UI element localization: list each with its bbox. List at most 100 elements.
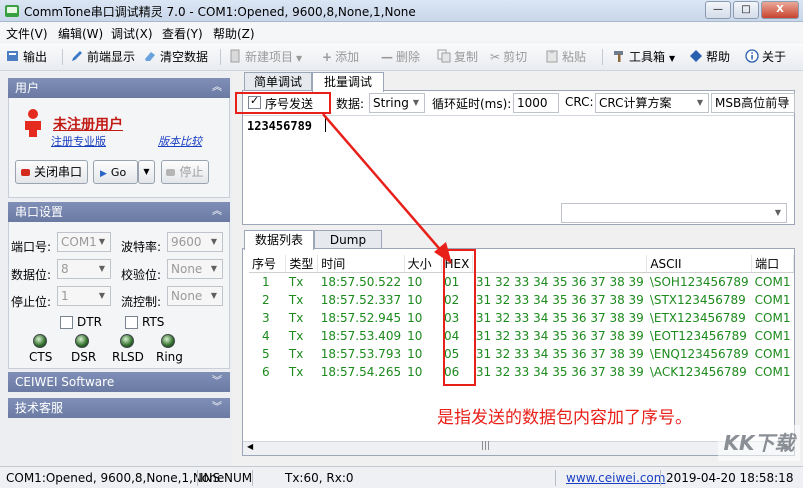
databits-select[interactable]: 8 ▼: [57, 259, 111, 279]
ring-label: Ring: [156, 350, 183, 364]
row-hex: 31 32 33 34 35 36 37 38 39: [475, 328, 644, 343]
delete-button[interactable]: — 删除: [381, 47, 420, 67]
watermark-logo: KK下载: [718, 425, 800, 461]
cts-led: [33, 334, 47, 348]
column-header[interactable]: 时间: [317, 255, 405, 273]
paste-button[interactable]: 粘贴: [545, 47, 586, 67]
data-type-label: 数据:: [336, 97, 365, 111]
menu-file[interactable]: 文件(V): [6, 25, 48, 42]
column-header[interactable]: HEX: [441, 255, 474, 273]
go-button[interactable]: ▶ Go: [93, 160, 138, 184]
play-icon: ▶: [100, 169, 107, 179]
send-text[interactable]: 123456789: [247, 119, 312, 133]
go-dropdown-button[interactable]: ▼: [138, 160, 155, 184]
column-header[interactable]: 序号: [249, 255, 287, 273]
table-row[interactable]: 3 Tx 18:57.52.945 10 03 31 32 33 34 35 3…: [249, 309, 794, 327]
crc-label: CRC:: [565, 95, 594, 109]
port-select[interactable]: COM1 ▼: [57, 232, 111, 252]
divider: [243, 115, 794, 116]
close-port-button[interactable]: 关闭串口: [15, 160, 88, 184]
rts-checkbox[interactable]: [125, 316, 138, 329]
app-icon: [5, 5, 19, 17]
stopbits-select[interactable]: 1 ▼: [57, 286, 111, 306]
unregistered-user-link[interactable]: 未注册用户: [53, 114, 123, 134]
status-url-link[interactable]: www.ceiwei.com: [566, 471, 665, 485]
add-button[interactable]: + 添加: [322, 47, 359, 67]
clear-data-button[interactable]: 清空数据: [143, 47, 208, 67]
stop-label: 停止: [179, 165, 204, 179]
table-row[interactable]: 4 Tx 18:57.53.409 10 04 31 32 33 34 35 3…: [249, 327, 794, 345]
help-button[interactable]: 帮助: [689, 47, 730, 67]
restore-button[interactable]: □: [733, 1, 759, 19]
menu-help[interactable]: 帮助(Z): [213, 25, 255, 42]
status-num: NUM: [224, 471, 253, 485]
cut-label: 剪切: [503, 50, 528, 64]
crc-value: CRC计算方案: [599, 96, 672, 110]
row-seq-hex: 05: [444, 346, 460, 361]
version-compare-link[interactable]: 版本比较: [158, 133, 202, 149]
copy-button[interactable]: 复制: [437, 47, 478, 67]
left-panel: 用户 ︽ 未注册用户 注册专业版 版本比较 关闭串口 ▶ Go ▼ 停止 串口设置…: [0, 72, 232, 465]
crc-select[interactable]: CRC计算方案 ▼: [595, 93, 709, 113]
data-type-select[interactable]: String ▼: [369, 93, 425, 113]
user-panel-title: 用户: [15, 81, 40, 95]
support-header[interactable]: 技术客服 ︾: [8, 398, 230, 418]
row-port: COM1: [754, 292, 791, 307]
table-row[interactable]: 6 Tx 18:57.54.265 10 06 31 32 33 34 35 3…: [249, 363, 794, 381]
loop-delay-input[interactable]: 1000: [513, 93, 559, 113]
scissors-icon: ✂: [490, 50, 501, 64]
parity-select[interactable]: None ▼: [167, 259, 223, 279]
column-header[interactable]: 端口: [751, 255, 794, 273]
new-item-button[interactable]: 新建项目 ▼: [228, 47, 302, 67]
table-row[interactable]: 2 Tx 18:57.52.337 10 02 31 32 33 34 35 3…: [249, 291, 794, 309]
toolbox-button[interactable]: 工具箱 ▼: [612, 47, 675, 67]
serial-settings-header[interactable]: 串口设置 ︽: [8, 202, 230, 222]
table-row[interactable]: 1 Tx 18:57.50.522 10 01 31 32 33 34 35 3…: [249, 273, 794, 291]
msb-select[interactable]: MSB高位前导 ▼: [711, 93, 795, 113]
status-separator: [555, 470, 556, 486]
output-button[interactable]: 输出: [6, 47, 47, 67]
flow-select[interactable]: None ▼: [167, 286, 223, 306]
dtr-checkbox[interactable]: [60, 316, 73, 329]
close-button[interactable]: X: [761, 1, 799, 19]
about-button[interactable]: 关于: [745, 47, 786, 67]
baud-select[interactable]: 9600 ▼: [167, 232, 223, 252]
table-header-row: 序号 类型 时间 大小 HEX ASCII 端口: [249, 255, 794, 273]
checkmark-icon: ✓: [250, 94, 260, 107]
stop-button[interactable]: 停止: [161, 160, 209, 184]
horizontal-scrollbar[interactable]: ◀ ||| ▶: [243, 441, 794, 455]
column-header[interactable]: 大小: [404, 255, 442, 273]
menu-edit[interactable]: 编辑(W): [58, 25, 103, 42]
row-seq-hex: 02: [444, 292, 460, 307]
row-type: Tx: [288, 310, 304, 325]
toolbar-separator: [62, 49, 63, 65]
cut-button[interactable]: ✂ 剪切: [490, 47, 527, 67]
column-header[interactable]: 类型: [285, 255, 319, 273]
flow-value: None: [171, 289, 203, 303]
row-type: Tx: [288, 274, 304, 289]
front-display-button[interactable]: 前端显示: [70, 47, 135, 67]
minimize-button[interactable]: —: [705, 1, 731, 19]
register-pro-link[interactable]: 注册专业版: [51, 133, 106, 149]
table-row[interactable]: 5 Tx 18:57.53.793 10 05 31 32 33 34 35 3…: [249, 345, 794, 363]
menu-debug[interactable]: 调试(X): [111, 25, 153, 42]
user-panel-header[interactable]: 用户 ︽: [8, 78, 230, 98]
tab-data-list[interactable]: 数据列表: [244, 230, 314, 250]
column-header[interactable]: [472, 255, 648, 273]
row-ascii: \SOH123456789: [649, 274, 749, 289]
tab-batch-debug[interactable]: 批量调试: [312, 72, 384, 92]
menu-view[interactable]: 查看(Y): [162, 25, 203, 42]
tab-dump[interactable]: Dump: [314, 230, 382, 249]
flow-label: 流控制:: [121, 295, 162, 309]
row-port: COM1: [754, 364, 791, 379]
text-cursor: [325, 118, 326, 132]
seq-send-checkbox[interactable]: ✓: [248, 94, 261, 109]
loop-delay-value: 1000: [517, 96, 548, 110]
ceiwei-header[interactable]: CEIWEI Software ︾: [8, 372, 230, 392]
status-separator: [252, 470, 253, 486]
tab-simple-debug[interactable]: 简单调试: [244, 72, 312, 91]
column-header[interactable]: ASCII: [646, 255, 753, 273]
send-history-select[interactable]: ▼: [561, 203, 787, 223]
row-time: 18:57.52.945: [320, 310, 402, 325]
serial-settings-title: 串口设置: [15, 205, 64, 219]
